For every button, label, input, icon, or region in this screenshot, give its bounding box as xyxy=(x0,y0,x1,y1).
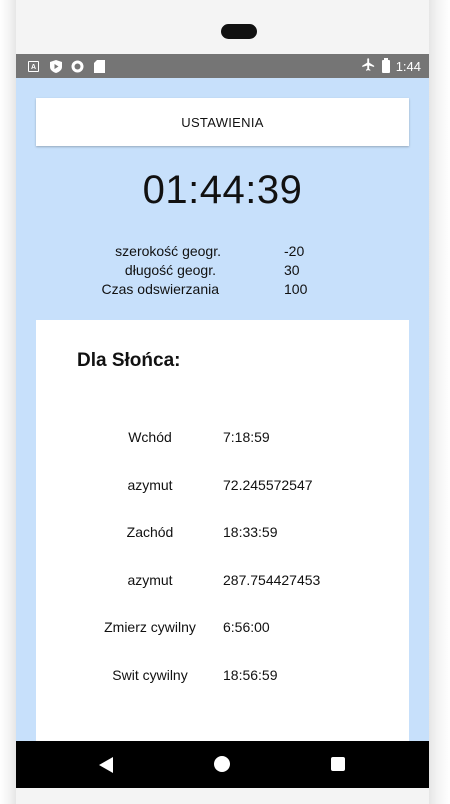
param-row-refresh: Czas odswierzania 100 xyxy=(16,281,429,300)
settings-button[interactable]: USTAWIENIA xyxy=(36,98,409,146)
home-icon[interactable] xyxy=(214,756,230,772)
param-row-latitude: szerokość geogr. -20 xyxy=(16,243,429,262)
sun-label-azimuth-rise: azymut xyxy=(127,477,173,493)
battery-icon xyxy=(381,57,390,73)
param-value-refresh: 100 xyxy=(284,281,308,297)
sun-value-azimuth-set: 287.754427453 xyxy=(223,572,321,588)
status-time: 1:44 xyxy=(395,58,421,74)
status-icons-left: A xyxy=(27,58,106,74)
device-frame: A 1:44 USTAWIENIA 01:44:39 szerokość geo… xyxy=(0,0,450,804)
sun-label-sunset: Zachód xyxy=(126,524,174,540)
status-icons-right: 1:44 xyxy=(361,57,421,75)
app-screen: A 1:44 USTAWIENIA 01:44:39 szerokość geo… xyxy=(16,54,429,788)
sun-label-sunrise: Wchód xyxy=(128,429,172,445)
sd-card-icon xyxy=(93,59,106,73)
param-label-refresh: Czas odswierzania xyxy=(101,281,220,297)
navigation-bar xyxy=(16,741,429,788)
sun-value-sunrise: 7:18:59 xyxy=(223,429,270,445)
param-label-longitude: długość geogr. xyxy=(124,262,216,278)
sun-row-civil-dusk: Zmierz cywilny 6:56:00 xyxy=(36,619,409,639)
sun-label-civil-dawn: Swit cywilny xyxy=(112,667,188,683)
sun-row-azimuth-rise: azymut 72.245572547 xyxy=(36,477,409,497)
sun-value-azimuth-rise: 72.245572547 xyxy=(223,477,313,493)
clock-display: 01:44:39 xyxy=(142,168,303,212)
play-protect-icon xyxy=(49,59,62,73)
sun-row-sunrise: Wchód 7:18:59 xyxy=(36,429,409,449)
back-icon[interactable] xyxy=(99,757,113,773)
sun-label-azimuth-set: azymut xyxy=(127,572,173,588)
sun-value-civil-dusk: 6:56:00 xyxy=(223,619,270,635)
param-value-longitude: 30 xyxy=(284,262,300,278)
status-bar: A 1:44 xyxy=(16,54,429,78)
sun-row-civil-dawn: Swit cywilny 18:56:59 xyxy=(36,667,409,687)
sun-value-civil-dawn: 18:56:59 xyxy=(223,667,278,683)
param-value-latitude: -20 xyxy=(284,243,305,259)
sun-row-azimuth-set: azymut 287.754427453 xyxy=(36,572,409,592)
earpiece xyxy=(221,24,257,39)
device-edge-right xyxy=(429,0,450,804)
a-icon: A xyxy=(27,60,40,73)
recents-icon[interactable] xyxy=(331,757,345,771)
sun-value-sunset: 18:33:59 xyxy=(223,524,278,540)
param-label-latitude: szerokość geogr. xyxy=(115,243,221,259)
sun-row-sunset: Zachód 18:33:59 xyxy=(36,524,409,544)
device-bezel-bottom xyxy=(16,788,429,804)
device-bezel-top xyxy=(16,0,429,54)
sun-title: Dla Słońca: xyxy=(77,350,181,371)
airplane-icon xyxy=(361,57,376,75)
sun-label-civil-dusk: Zmierz cywilny xyxy=(104,619,196,635)
device-edge-left xyxy=(0,0,16,804)
sun-card: Dla Słońca: Wchód 7:18:59 azymut 72.2455… xyxy=(36,320,409,788)
params-list: szerokość geogr. -20 długość geogr. 30 C… xyxy=(16,243,429,300)
circle-icon xyxy=(71,60,84,73)
param-row-longitude: długość geogr. 30 xyxy=(16,262,429,281)
